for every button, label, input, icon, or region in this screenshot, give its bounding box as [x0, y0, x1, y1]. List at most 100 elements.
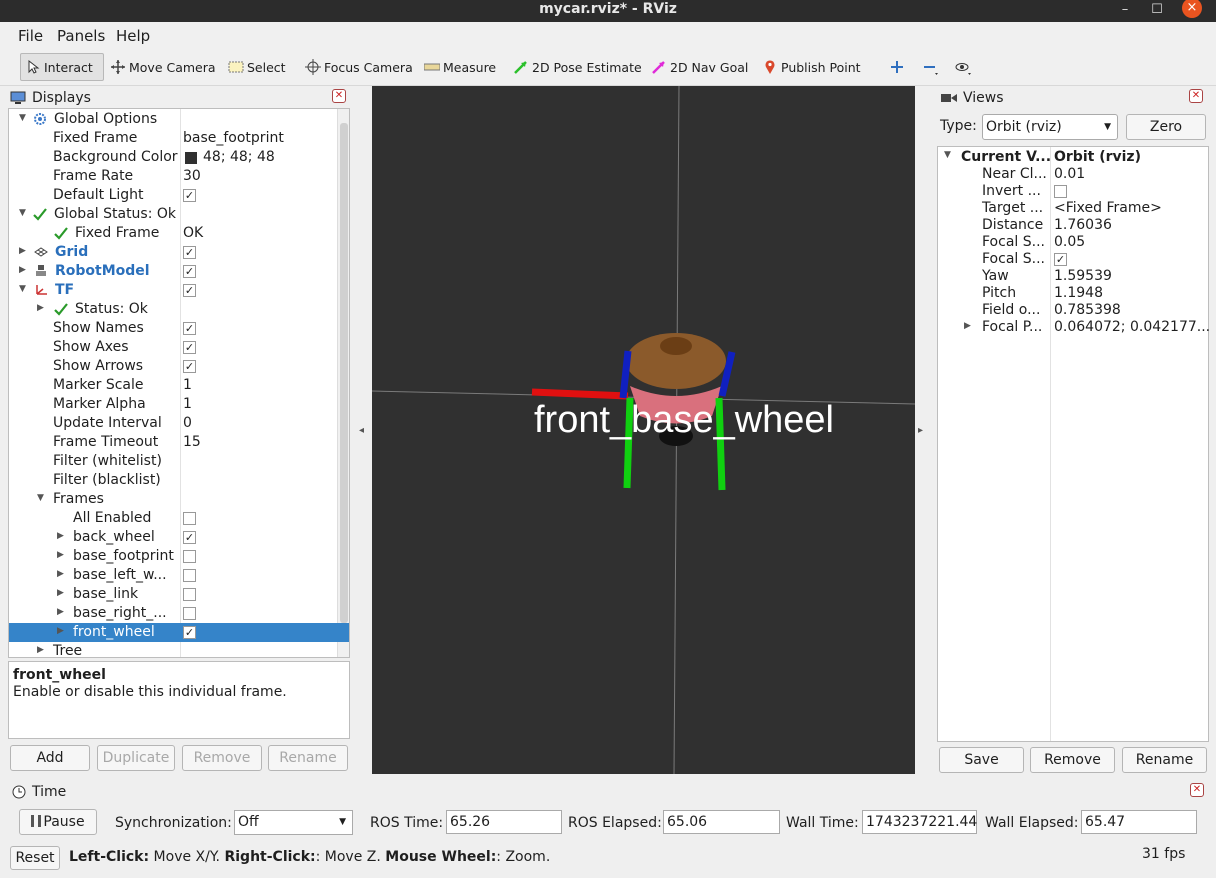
expand-arrow-icon[interactable]: ▼: [37, 493, 44, 503]
remove-tool-button[interactable]: [922, 53, 941, 81]
default-light-checkbox[interactable]: ✓: [183, 189, 196, 202]
current-view-row[interactable]: ▼ Current V... Orbit (rviz): [938, 149, 1208, 166]
menu-panels[interactable]: Panels: [57, 27, 105, 45]
3d-viewport[interactable]: front_base_wheel: [372, 86, 915, 774]
view-property-row[interactable]: Near Cl... 0.01: [938, 166, 1208, 183]
view-property-row[interactable]: Invert ...: [938, 183, 1208, 200]
update-interval-value[interactable]: 0: [183, 415, 192, 431]
collapse-right-arrow[interactable]: ▸: [918, 425, 923, 436]
remove-view-button[interactable]: Remove: [1030, 747, 1115, 773]
view-property-value[interactable]: 0.05: [1054, 234, 1085, 250]
save-view-button[interactable]: Save: [939, 747, 1024, 773]
expand-arrow-icon[interactable]: ▶: [57, 550, 64, 560]
background-color-value[interactable]: 48; 48; 48: [203, 149, 275, 165]
wall-time-field[interactable]: 1743237221.44: [862, 810, 977, 834]
view-property-value[interactable]: 0.064072; 0.042177...: [1054, 319, 1210, 335]
expand-arrow-icon[interactable]: ▶: [57, 569, 64, 579]
view-property-row[interactable]: ▶ Focal P... 0.064072; 0.042177...: [938, 319, 1210, 336]
rename-view-button[interactable]: Rename: [1122, 747, 1207, 773]
fixed-frame-status-value[interactable]: OK: [183, 225, 203, 241]
expand-arrow-icon[interactable]: ▶: [19, 246, 26, 256]
display-row-frame-timeout[interactable]: Frame Timeout 15: [9, 433, 349, 452]
ros-elapsed-field[interactable]: 65.06: [663, 810, 780, 834]
display-row-all-enabled[interactable]: All Enabled: [9, 509, 349, 528]
minimize-button[interactable]: –: [1114, 0, 1136, 22]
view-property-value[interactable]: 1.59539: [1054, 268, 1112, 284]
measure-tool[interactable]: Measure: [423, 53, 496, 81]
display-row-marker-alpha[interactable]: Marker Alpha 1: [9, 395, 349, 414]
frame-base-left-wheel-checkbox[interactable]: [183, 569, 196, 582]
publish-point-tool[interactable]: Publish Point: [762, 53, 861, 81]
display-row-frame-base-link[interactable]: ▶ base_link: [9, 585, 349, 604]
view-type-select[interactable]: Orbit (rviz) ▼: [982, 114, 1118, 140]
zero-view-button[interactable]: Zero: [1126, 114, 1206, 140]
fixed-frame-value[interactable]: base_footprint: [183, 130, 284, 146]
view-property-row[interactable]: Yaw 1.59539: [938, 268, 1208, 285]
expand-arrow-icon[interactable]: ▶: [57, 607, 64, 617]
menu-help[interactable]: Help: [116, 27, 150, 45]
frame-timeout-value[interactable]: 15: [183, 434, 201, 450]
display-row-frame-base-left-wheel[interactable]: ▶ base_left_w...: [9, 566, 349, 585]
frame-base-right-wheel-checkbox[interactable]: [183, 607, 196, 620]
view-property-value[interactable]: 1.1948: [1054, 285, 1103, 301]
display-row-marker-scale[interactable]: Marker Scale 1: [9, 376, 349, 395]
marker-alpha-value[interactable]: 1: [183, 396, 192, 412]
view-property-checkbox[interactable]: [1054, 185, 1067, 198]
frame-front-wheel-checkbox[interactable]: ✓: [183, 626, 196, 639]
show-axes-checkbox[interactable]: ✓: [183, 341, 196, 354]
pose-estimate-tool[interactable]: 2D Pose Estimate: [513, 53, 642, 81]
robot-model-checkbox[interactable]: ✓: [183, 265, 196, 278]
display-row-fixed-frame[interactable]: Fixed Frame base_footprint: [9, 129, 349, 148]
show-names-checkbox[interactable]: ✓: [183, 322, 196, 335]
view-property-row[interactable]: Focal S... 0.05: [938, 234, 1208, 251]
display-row-tree[interactable]: ▶ Tree: [9, 642, 349, 657]
collapse-left-arrow[interactable]: ◂: [359, 425, 364, 436]
expand-arrow-icon[interactable]: ▼: [19, 284, 26, 294]
display-row-global-status[interactable]: ▼ Global Status: Ok: [9, 205, 349, 224]
focus-camera-tool[interactable]: Focus Camera: [305, 53, 413, 81]
display-row-frame-base-footprint[interactable]: ▶ base_footprint: [9, 547, 349, 566]
display-row-filter-whitelist[interactable]: Filter (whitelist): [9, 452, 349, 471]
wall-elapsed-field[interactable]: 65.47: [1081, 810, 1197, 834]
synchronization-select[interactable]: Off ▼: [234, 810, 353, 835]
all-enabled-checkbox[interactable]: [183, 512, 196, 525]
display-row-show-names[interactable]: Show Names ✓: [9, 319, 349, 338]
add-display-button[interactable]: Add: [10, 745, 90, 771]
show-arrows-checkbox[interactable]: ✓: [183, 360, 196, 373]
expand-arrow-icon[interactable]: ▶: [37, 645, 44, 655]
color-swatch[interactable]: [185, 152, 197, 164]
view-property-checkbox[interactable]: ✓: [1054, 253, 1067, 266]
remove-display-button[interactable]: Remove: [182, 745, 262, 771]
view-property-value[interactable]: 1.76036: [1054, 217, 1112, 233]
display-row-robot-model[interactable]: ▶ RobotModel ✓: [9, 262, 349, 281]
view-property-row[interactable]: Field o... 0.785398: [938, 302, 1208, 319]
display-row-tf[interactable]: ▼ TF ✓: [9, 281, 349, 300]
view-property-value[interactable]: <Fixed Frame>: [1054, 200, 1162, 216]
expand-arrow-icon[interactable]: ▶: [19, 265, 26, 275]
reset-button[interactable]: Reset: [10, 846, 60, 870]
view-property-row[interactable]: Focal S... ✓: [938, 251, 1208, 268]
expand-arrow-icon[interactable]: ▶: [57, 531, 64, 541]
view-property-row[interactable]: Distance 1.76036: [938, 217, 1208, 234]
expand-arrow-icon[interactable]: ▼: [19, 113, 26, 123]
display-row-fixed-frame-status[interactable]: Fixed Frame OK: [9, 224, 349, 243]
display-row-frame-rate[interactable]: Frame Rate 30: [9, 167, 349, 186]
expand-arrow-icon[interactable]: ▼: [19, 208, 26, 218]
display-row-update-interval[interactable]: Update Interval 0: [9, 414, 349, 433]
frame-base-footprint-checkbox[interactable]: [183, 550, 196, 563]
rename-display-button[interactable]: Rename: [268, 745, 348, 771]
display-row-background-color[interactable]: Background Color 48; 48; 48: [9, 148, 349, 167]
nav-goal-tool[interactable]: 2D Nav Goal: [651, 53, 748, 81]
select-tool[interactable]: Select: [228, 53, 286, 81]
display-row-filter-blacklist[interactable]: Filter (blacklist): [9, 471, 349, 490]
duplicate-display-button[interactable]: Duplicate: [97, 745, 175, 771]
display-row-global-options[interactable]: ▼ Global Options: [9, 110, 349, 129]
grid-checkbox[interactable]: ✓: [183, 246, 196, 259]
maximize-button[interactable]: ☐: [1146, 0, 1168, 22]
view-property-value[interactable]: 0.785398: [1054, 302, 1121, 318]
view-property-value[interactable]: 0.01: [1054, 166, 1085, 182]
close-displays-button[interactable]: ✕: [332, 89, 346, 103]
tf-checkbox[interactable]: ✓: [183, 284, 196, 297]
frame-back-wheel-checkbox[interactable]: ✓: [183, 531, 196, 544]
close-time-button[interactable]: ✕: [1190, 783, 1204, 797]
